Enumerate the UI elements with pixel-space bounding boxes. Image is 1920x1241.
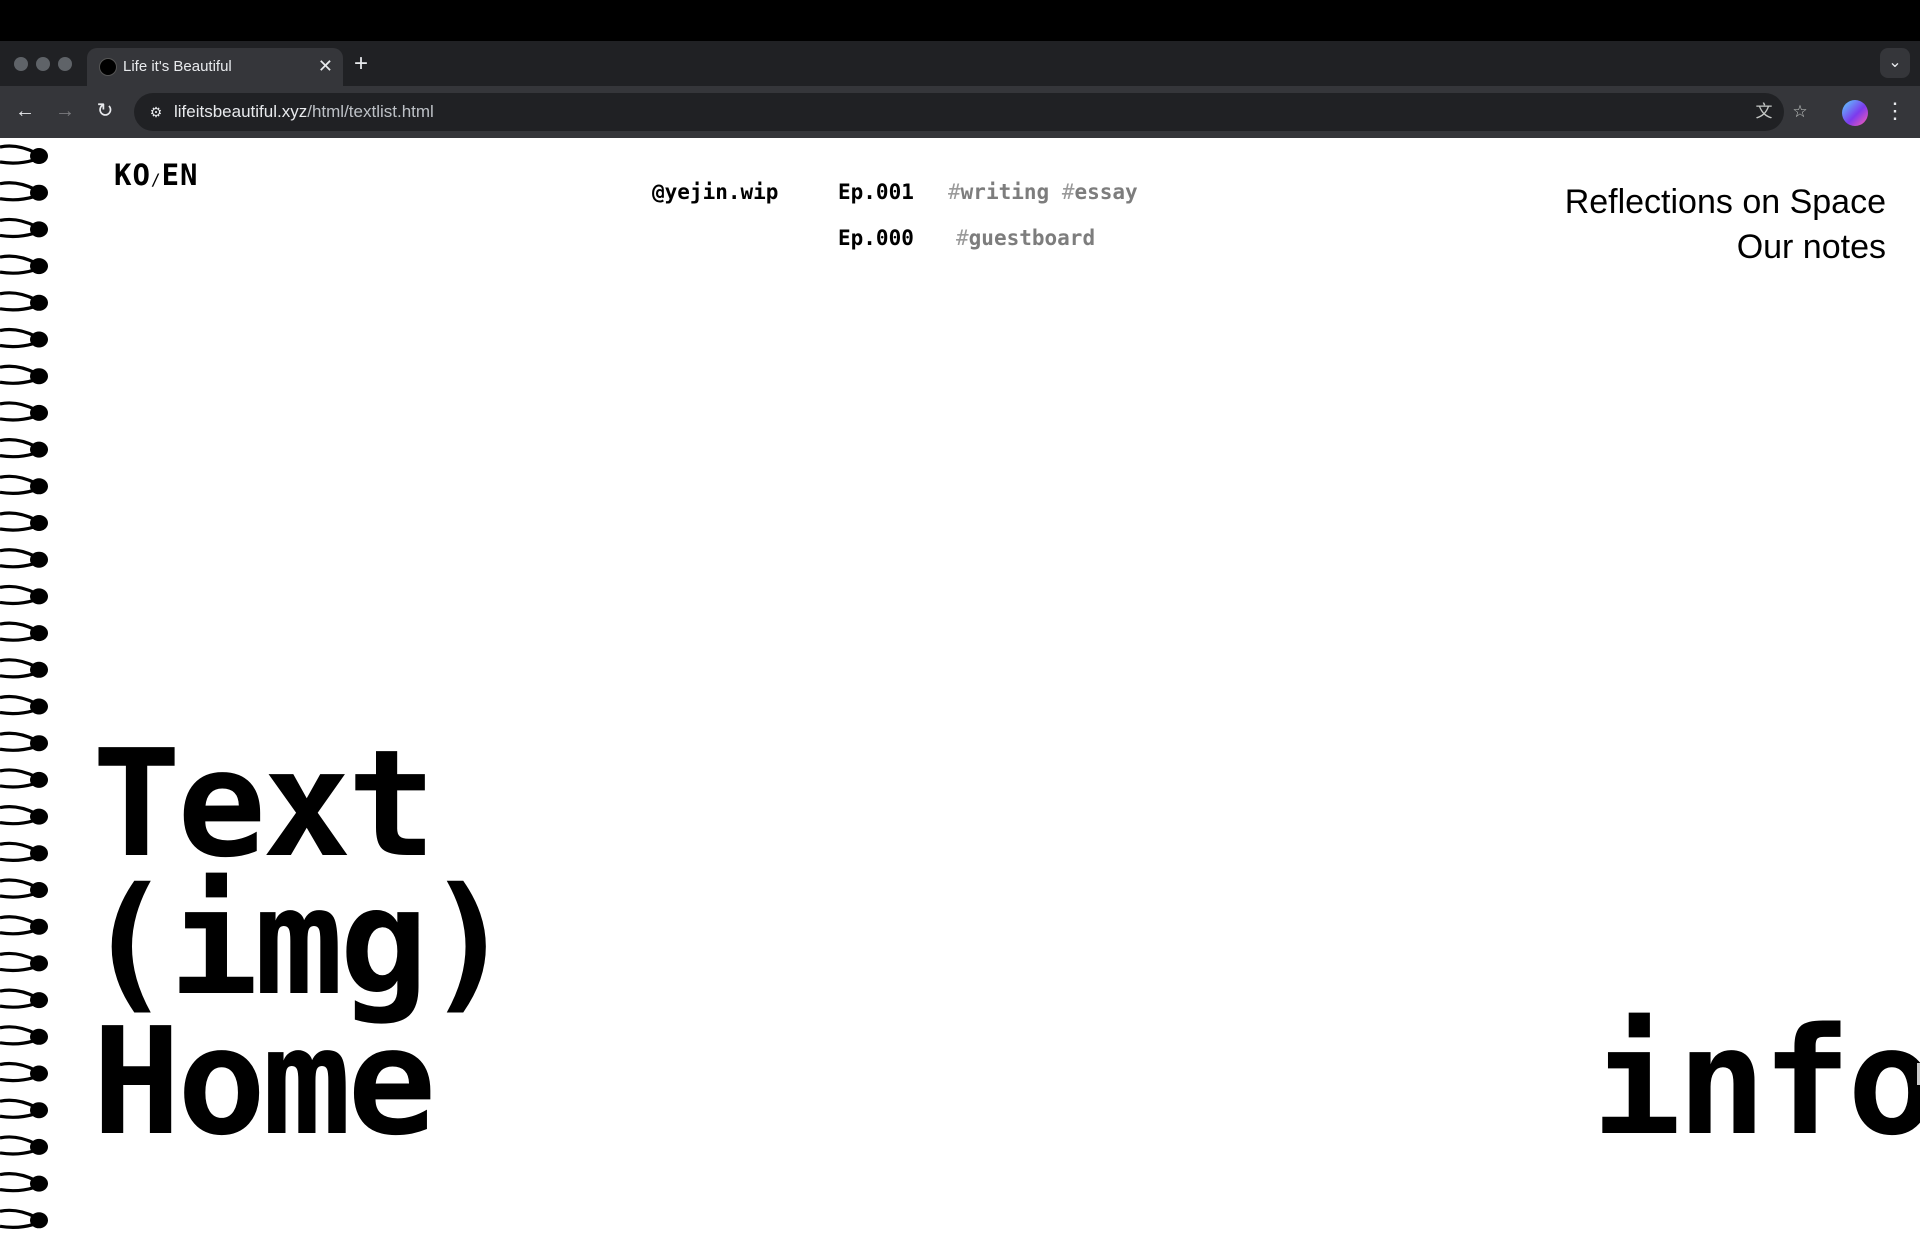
spiral-ring [0,1061,48,1083]
profile-avatar[interactable] [1842,100,1868,126]
translate-icon[interactable]: 文 [1752,100,1776,124]
spiral-ring [0,694,48,716]
url-path: /html/textlist.html [307,102,434,121]
our-notes-link[interactable]: Our notes [1565,225,1886,270]
nav-info-link[interactable]: info [1592,1008,1920,1156]
tag-link[interactable]: essay [1074,180,1137,204]
episode-tags-000: #guestboard [956,226,1095,250]
spiral-ring [0,804,48,826]
spiral-ring [0,254,48,275]
spiral-ring [0,217,48,239]
window-minimize-dot[interactable] [36,57,50,71]
reload-icon[interactable]: ↻ [90,96,120,126]
url-text[interactable]: lifeitsbeautiful.xyz/html/textlist.html [174,102,434,122]
tag-link[interactable]: writing [961,180,1050,204]
spiral-ring [0,1098,48,1119]
url-host: lifeitsbeautiful.xyz [174,102,308,121]
star-icon[interactable]: ☆ [1788,100,1812,124]
spiral-ring [0,841,48,862]
spiral-ring [0,181,48,202]
lang-en[interactable]: EN [162,158,199,192]
spiral-ring [0,621,48,642]
lang-ko[interactable]: KO [114,158,151,192]
spiral-ring [0,1208,48,1229]
nav-img-link[interactable]: (img) [84,868,514,1016]
tune-icon[interactable]: ⚙ [144,100,168,124]
spiral-ring [0,144,48,165]
spiral-ring [0,658,48,679]
spiral-ring [0,951,48,973]
hash-mark: # [1061,180,1075,204]
close-icon[interactable]: ✕ [318,54,333,78]
spiral-ring [0,915,48,936]
spiral-ring [0,364,48,385]
spiral-ring [0,548,48,569]
tag-link[interactable]: guestboard [969,226,1095,250]
spiral-ring [0,1025,48,1046]
lang-separator: / [150,170,162,189]
address-bar[interactable]: ⚙ lifeitsbeautiful.xyz/html/textlist.htm… [134,93,1808,131]
episode-link-001[interactable]: Ep.001 [838,180,914,204]
window-zoom-dot[interactable] [58,57,72,71]
hash-mark: # [956,226,969,250]
os-top-bar [0,0,1920,41]
spiral-ring [0,327,48,349]
reflections-on-space-link[interactable]: Reflections on Space [1565,180,1886,225]
right-nav: Reflections on Space Our notes [1565,180,1886,270]
spiral-ring [0,474,48,495]
spiral-ring [0,437,48,459]
browser-tab[interactable]: Life it's Beautiful ✕ [87,48,343,86]
spiral-ring [0,401,48,422]
page-viewport: KO/EN @yejin.wip Ep.001 #writing #essay … [0,138,1920,1241]
spiral-ring [0,511,48,532]
nav-home-link[interactable]: Home [92,1008,436,1156]
forward-arrow-icon[interactable]: → [50,96,80,126]
plus-icon[interactable]: + [354,50,368,78]
episode-tags-001: #writing #essay [948,180,1138,204]
spiral-binding [0,144,48,1229]
spiral-ring [0,768,48,789]
spiral-ring [0,584,48,606]
chevron-down-icon[interactable]: ⌄ [1880,48,1910,78]
spiral-ring [0,1171,48,1193]
spiral-ring [0,988,48,1009]
language-toggle[interactable]: KO/EN [114,158,198,192]
window-close-dot[interactable] [14,57,28,71]
spiral-ring [0,878,48,899]
spiral-ring [0,291,48,312]
tab-title: Life it's Beautiful [123,58,232,75]
handle-link[interactable]: @yejin.wip [652,180,778,204]
episode-link-000[interactable]: Ep.000 [838,226,914,250]
spiral-ring [0,731,48,752]
hash-mark: # [948,180,961,204]
back-arrow-icon[interactable]: ← [10,96,40,126]
spiral-ring [0,1135,48,1156]
favicon-icon [99,58,117,76]
kebab-menu-icon[interactable]: ⋮ [1882,96,1908,126]
